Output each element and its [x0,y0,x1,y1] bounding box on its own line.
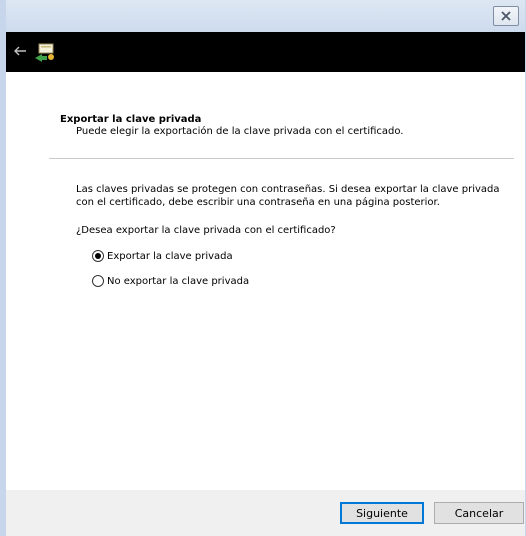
close-icon [501,11,511,21]
radio-label: Exportar la clave privada [107,250,233,262]
back-button[interactable] [10,41,30,61]
page-subtitle: Puede elegir la exportación de la clave … [76,126,404,137]
title-bar [6,0,525,32]
separator [49,158,514,159]
description-line-1: Las claves privadas se protegen con cont… [76,184,500,195]
radio-no-export-private-key[interactable]: No exportar la clave privada [92,274,249,288]
back-arrow-icon [14,46,26,56]
next-button[interactable]: Siguiente [340,502,424,524]
wizard-content: Exportar la clave privada Puede elegir l… [6,72,525,490]
wizard-header-bar [6,32,525,72]
radio-export-private-key[interactable]: Exportar la clave privada [92,249,233,263]
cancel-button[interactable]: Cancelar [434,502,524,524]
radio-button-selected[interactable] [92,250,104,262]
page-title: Exportar la clave privada [60,114,202,125]
close-button[interactable] [493,6,519,26]
radio-button[interactable] [92,275,104,287]
wizard-footer: Siguiente Cancelar [6,490,525,536]
description-line-2: con el certificado, debe escribir una co… [76,197,440,208]
radio-label: No exportar la clave privada [107,275,250,287]
certificate-export-wizard-icon [35,43,54,62]
export-question: ¿Desea exportar la clave privada con el … [76,225,336,236]
description-text: Las claves privadas se protegen con cont… [76,183,506,209]
certificate-export-wizard-window: Exportar la clave privada Puede elegir l… [0,0,526,536]
